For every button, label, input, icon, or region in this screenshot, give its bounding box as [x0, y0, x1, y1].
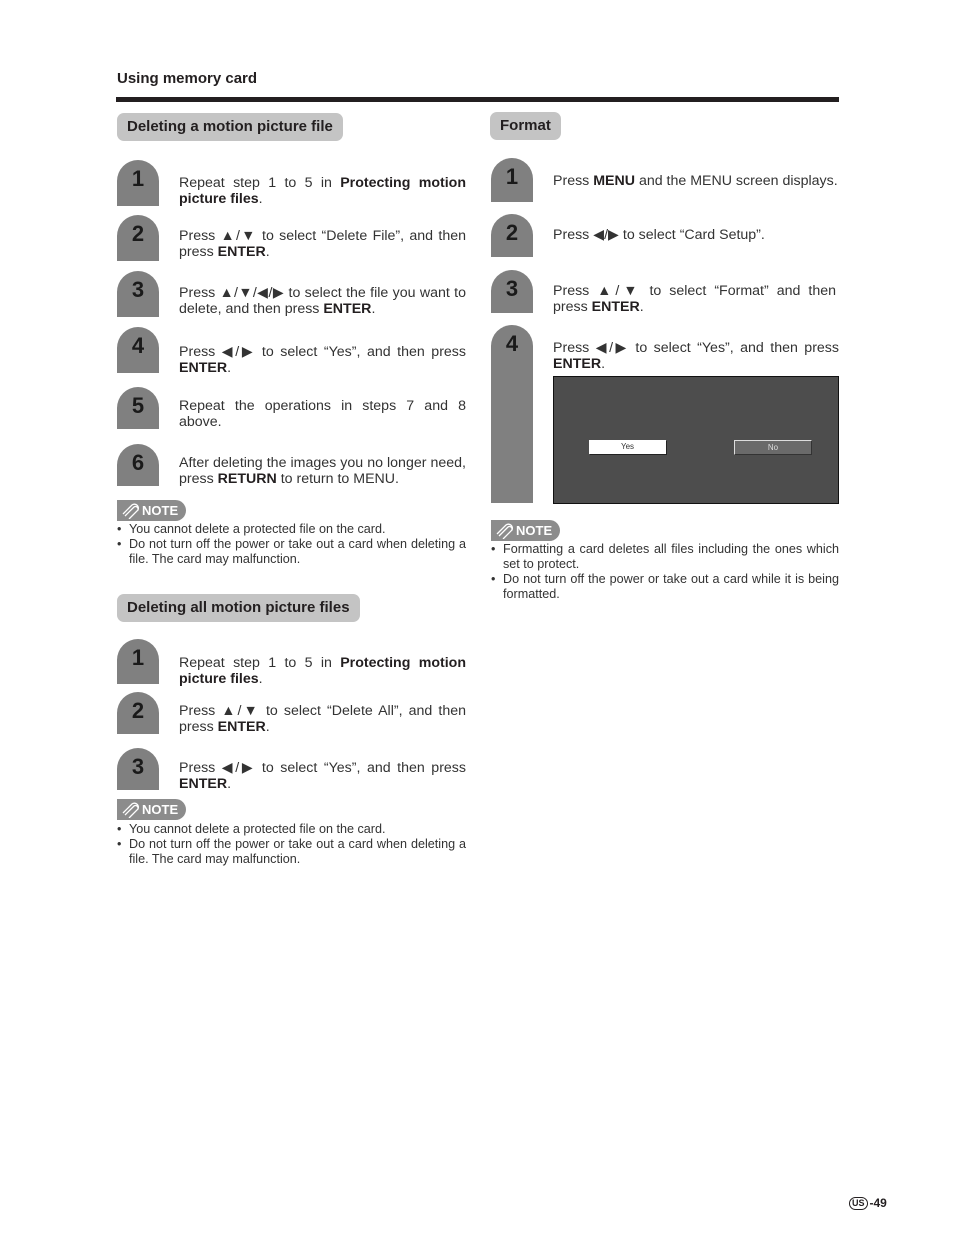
note-list-format: Formatting a card deletes all files incl…	[491, 542, 839, 602]
step-2: 2 Press ◀/▶ to select “Card Setup”.	[491, 214, 841, 257]
step-number-badge: 4	[491, 325, 533, 503]
note-item: Do not turn off the power or take out a …	[491, 572, 839, 602]
paperclip-icon	[122, 503, 139, 519]
step-5: 5 Repeat the operations in steps 7 and 8…	[117, 387, 467, 430]
step-text: Press ◀/▶ to select “Yes”, and then pres…	[179, 760, 466, 792]
page-number-text: -49	[869, 1196, 887, 1210]
page-header-title: Using memory card	[117, 70, 258, 87]
step-text: Press ◀/▶ to select “Card Setup”.	[553, 227, 765, 243]
step-1: 1 Press MENU and the MENU screen display…	[491, 158, 841, 202]
step-text: Press ◀/▶ to select “Yes”, and then pres…	[553, 340, 839, 372]
note-item: You cannot delete a protected file on th…	[117, 522, 466, 537]
note-badge: NOTE	[117, 500, 187, 521]
note-item: You cannot delete a protected file on th…	[117, 822, 466, 837]
step-number-badge: 2	[491, 214, 533, 257]
yes-button[interactable]: Yes	[589, 440, 666, 454]
step-text: Press ▲/▼ to select “Format” and then pr…	[553, 283, 836, 315]
format-confirm-screen: Yes No	[553, 376, 839, 504]
step-number-badge: 3	[117, 271, 159, 317]
step-number-badge: 3	[117, 748, 159, 790]
section-title-delete-file: Deleting a motion picture file	[117, 113, 343, 141]
step-4: 4 Press ◀/▶ to select “Yes”, and then pr…	[117, 327, 467, 376]
region-badge: US	[849, 1196, 868, 1210]
note-list-delete-file: You cannot delete a protected file on th…	[117, 522, 466, 567]
step-3: 3 Press ◀/▶ to select “Yes”, and then pr…	[117, 748, 467, 792]
step-6: 6 After deleting the images you no longe…	[117, 444, 467, 487]
step-text: Repeat step 1 to 5 in Protecting motion …	[179, 175, 466, 207]
header-rule	[116, 97, 839, 102]
step-text: After deleting the images you no longer …	[179, 455, 466, 487]
step-number-badge: 2	[117, 692, 159, 734]
note-item: Do not turn off the power or take out a …	[117, 537, 466, 567]
step-text: Press ▲/▼ to select “Delete File”, and t…	[179, 228, 466, 260]
step-number-badge: 1	[117, 160, 159, 206]
step-3: 3 Press ▲/▼ to select “Format” and then …	[491, 270, 841, 315]
step-text: Repeat the operations in steps 7 and 8 a…	[179, 398, 466, 430]
step-1: 1 Repeat step 1 to 5 in Protecting motio…	[117, 639, 467, 687]
step-number-badge: 2	[117, 215, 159, 261]
page-number: US -49	[849, 1196, 887, 1210]
section-title-format: Format	[490, 112, 561, 140]
step-number-badge: 1	[117, 639, 159, 684]
step-1: 1 Repeat step 1 to 5 in Protecting motio…	[117, 160, 467, 207]
note-badge: NOTE	[491, 520, 561, 541]
step-text: Press ◀/▶ to select “Yes”, and then pres…	[179, 344, 466, 376]
paperclip-icon	[496, 523, 513, 539]
paperclip-icon	[122, 802, 139, 818]
section-title-delete-all: Deleting all motion picture files	[117, 594, 360, 622]
note-item: Do not turn off the power or take out a …	[117, 837, 466, 867]
step-number-badge: 3	[491, 270, 533, 313]
step-number-badge: 6	[117, 444, 159, 486]
step-2: 2 Press ▲/▼ to select “Delete All”, and …	[117, 692, 467, 735]
step-number-badge: 4	[117, 327, 159, 373]
step-2: 2 Press ▲/▼ to select “Delete File”, and…	[117, 215, 467, 261]
note-list-delete-all: You cannot delete a protected file on th…	[117, 822, 466, 867]
note-badge: NOTE	[117, 799, 187, 820]
step-text: Repeat step 1 to 5 in Protecting motion …	[179, 655, 466, 687]
step-text: Press ▲/▼ to select “Delete All”, and th…	[179, 703, 466, 735]
no-button[interactable]: No	[734, 440, 812, 455]
step-text: Press MENU and the MENU screen displays.	[553, 173, 838, 189]
note-item: Formatting a card deletes all files incl…	[491, 542, 839, 572]
step-number-badge: 5	[117, 387, 159, 429]
step-text: Press ▲/▼/◀/▶ to select the file you wan…	[179, 285, 466, 317]
step-3: 3 Press ▲/▼/◀/▶ to select the file you w…	[117, 271, 467, 317]
step-number-badge: 1	[491, 158, 533, 202]
